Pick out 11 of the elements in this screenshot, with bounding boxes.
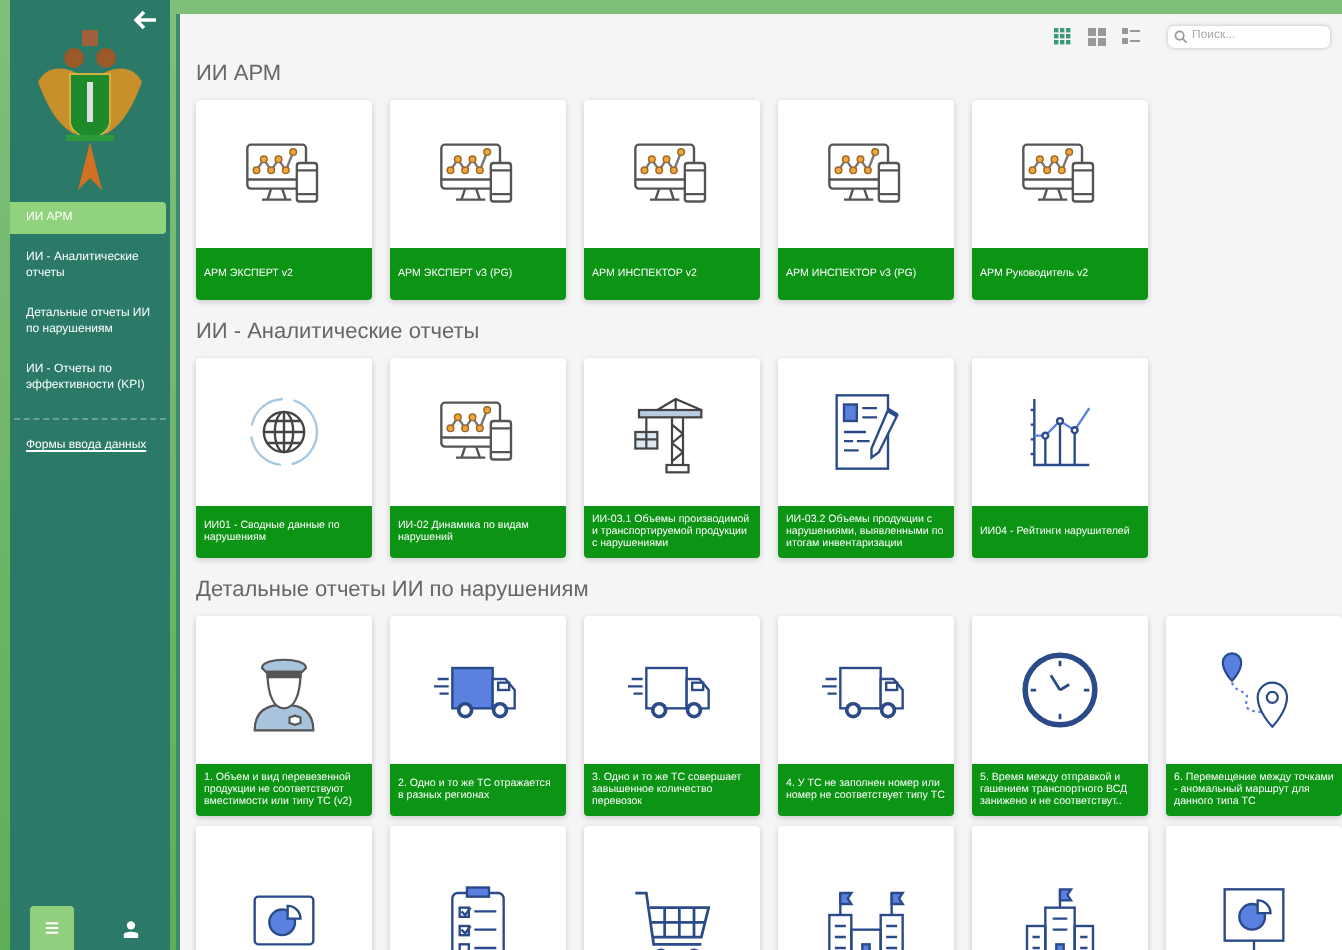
clock-icon	[1016, 646, 1104, 734]
search-icon	[1174, 29, 1188, 43]
menu-icon	[44, 920, 60, 936]
section-heading: ИИ АРМ	[196, 62, 284, 86]
list-view-button[interactable]	[1122, 27, 1140, 45]
section-heading: Детальные отчеты ИИ по нарушениям	[196, 578, 591, 602]
tile-view-button[interactable]	[1088, 27, 1106, 45]
grid-view-button[interactable]	[1054, 27, 1072, 45]
back-arrow-icon[interactable]	[134, 10, 158, 30]
user-icon[interactable]	[122, 919, 140, 937]
section-heading: ИИ - Аналитические отчеты	[196, 320, 482, 344]
